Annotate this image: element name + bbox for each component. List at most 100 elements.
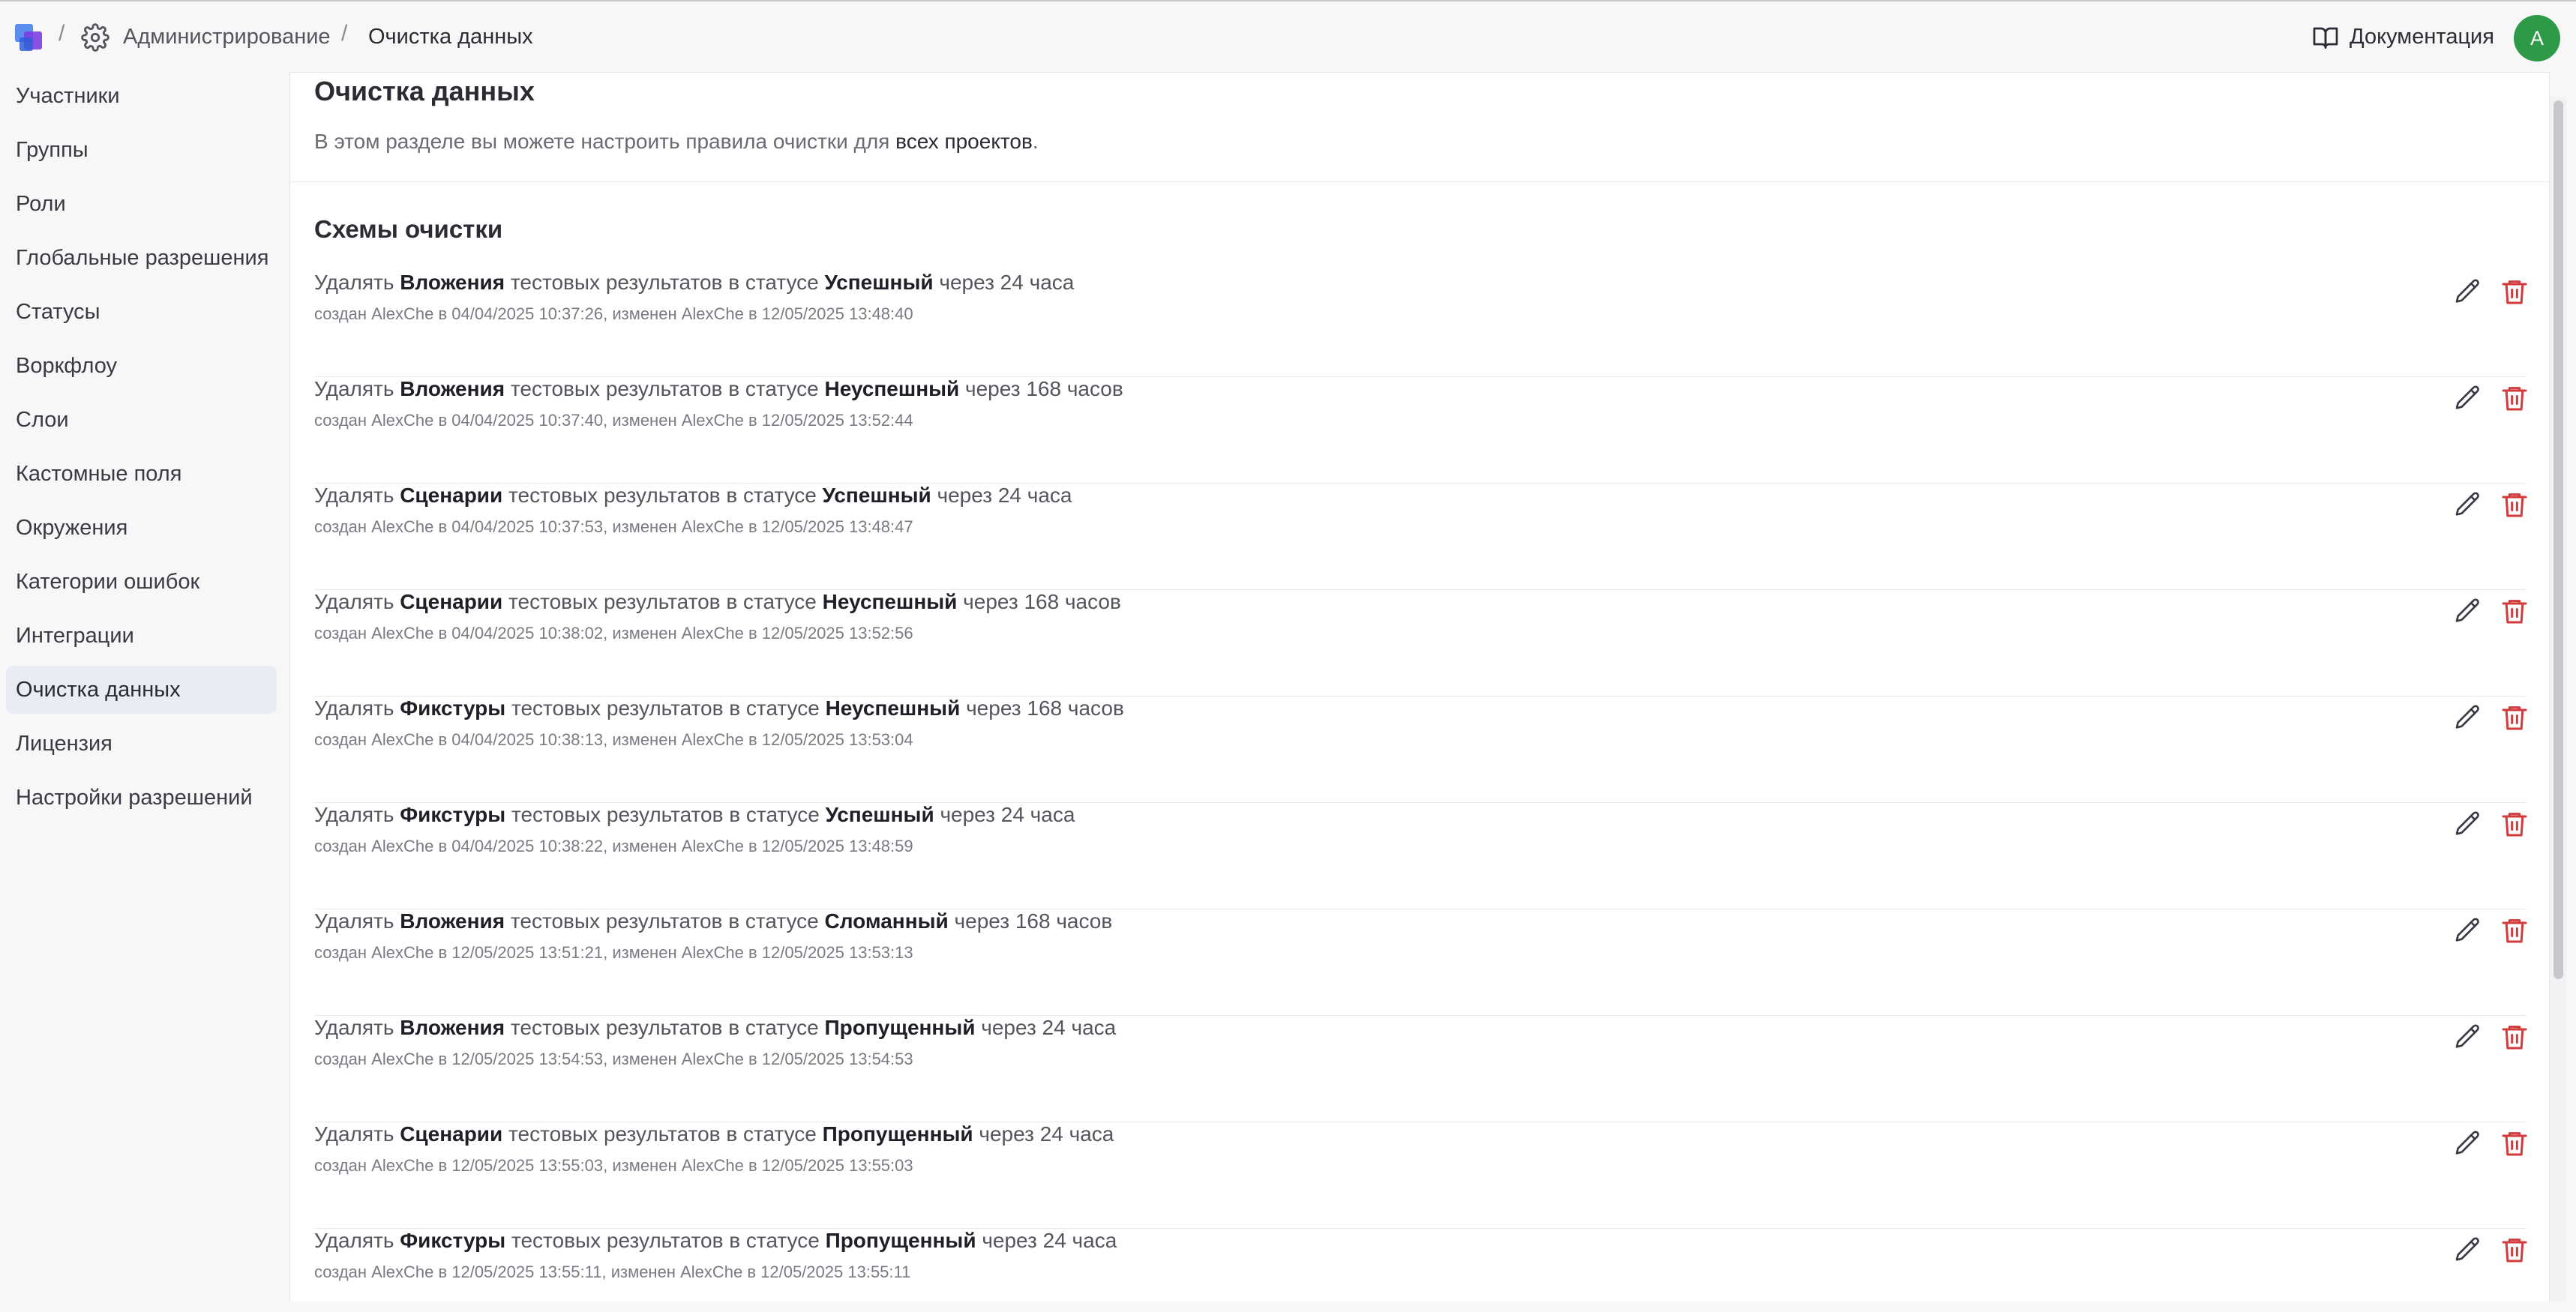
trash-icon bbox=[2500, 1128, 2530, 1158]
trash-icon bbox=[2500, 702, 2530, 732]
trash-icon bbox=[2500, 1235, 2530, 1265]
edit-rule-button[interactable] bbox=[2450, 1019, 2486, 1055]
delete-rule-button[interactable] bbox=[2497, 274, 2533, 310]
pencil-icon bbox=[2453, 490, 2483, 520]
pencil-icon bbox=[2453, 277, 2483, 307]
rule-text: Удалять bbox=[314, 590, 400, 613]
rule-text: Удалять bbox=[314, 803, 400, 826]
rule-text: Удалять bbox=[314, 377, 400, 400]
trash-icon bbox=[2500, 1022, 2530, 1052]
rule-text: тестовых результатов в статусе bbox=[505, 696, 826, 720]
delete-rule-button[interactable] bbox=[2497, 912, 2533, 948]
trash-icon bbox=[2500, 277, 2530, 307]
rule-meta: создан AlexChe в 04/04/2025 10:38:02, из… bbox=[314, 624, 913, 643]
rule-text: Удалять bbox=[314, 484, 400, 507]
delete-rule-button[interactable] bbox=[2497, 487, 2533, 523]
rule-text: тестовых результатов в статусе bbox=[505, 1229, 826, 1252]
edit-rule-button[interactable] bbox=[2450, 806, 2486, 842]
documentation-link[interactable]: Документация bbox=[2350, 25, 2494, 49]
delete-rule-button[interactable] bbox=[2497, 1019, 2533, 1055]
rule-period: через 168 часов bbox=[948, 909, 1113, 933]
trash-icon bbox=[2500, 809, 2530, 839]
pencil-icon bbox=[2453, 1022, 2483, 1052]
delete-rule-button[interactable] bbox=[2497, 593, 2533, 629]
rule-meta: создан AlexChe в 04/04/2025 10:37:26, из… bbox=[314, 304, 913, 323]
edit-rule-button[interactable] bbox=[2450, 593, 2486, 629]
sidebar-item-global-permissions[interactable]: Глобальные разрешения bbox=[6, 234, 277, 282]
rule-entity-type: Вложения bbox=[400, 1016, 505, 1039]
book-icon[interactable] bbox=[2311, 24, 2340, 51]
rule-status: Пропущенный bbox=[825, 1229, 976, 1252]
app-logo-icon[interactable] bbox=[13, 21, 48, 55]
sidebar-item-participants[interactable]: Участники bbox=[6, 72, 277, 120]
cleanup-rule-row: Удалять Вложения тестовых результатов в … bbox=[314, 909, 2527, 1016]
rule-entity-type: Фикстуры bbox=[400, 803, 506, 826]
sidebar-item-custom-fields[interactable]: Кастомные поля bbox=[6, 450, 277, 498]
pencil-icon bbox=[2453, 596, 2483, 626]
cleanup-rule-row: Удалять Сценарии тестовых результатов в … bbox=[314, 484, 2527, 590]
page-description: В этом разделе вы можете настроить прави… bbox=[314, 130, 1039, 154]
page-description-text: В этом разделе вы можете настроить прави… bbox=[314, 130, 896, 153]
sidebar-item-data-cleanup[interactable]: Очистка данных bbox=[6, 666, 277, 714]
page-title: Очистка данных bbox=[314, 76, 535, 106]
cleanup-rule-row: Удалять Вложения тестовых результатов в … bbox=[314, 377, 2527, 484]
cleanup-rule-row: Удалять Фикстуры тестовых результатов в … bbox=[314, 696, 2527, 803]
sidebar-item-layers[interactable]: Слои bbox=[6, 396, 277, 444]
edit-rule-button[interactable] bbox=[2450, 487, 2486, 523]
sidebar-item-workflow[interactable]: Воркфлоу bbox=[6, 342, 277, 390]
edit-rule-button[interactable] bbox=[2450, 1232, 2486, 1268]
sidebar-item-groups[interactable]: Группы bbox=[6, 126, 277, 174]
rule-text: Удалять bbox=[314, 1229, 400, 1252]
delete-rule-button[interactable] bbox=[2497, 1232, 2533, 1268]
gear-icon[interactable] bbox=[81, 23, 109, 52]
scrollbar-thumb[interactable] bbox=[2554, 100, 2563, 979]
rule-status: Неуспешный bbox=[822, 590, 958, 613]
rule-text: тестовых результатов в статусе bbox=[502, 590, 823, 613]
rule-meta: создан AlexChe в 12/05/2025 13:54:53, из… bbox=[314, 1050, 913, 1068]
rule-description: Удалять Вложения тестовых результатов в … bbox=[314, 909, 1112, 933]
rule-status: Пропущенный bbox=[824, 1016, 976, 1039]
rule-period: через 168 часов bbox=[960, 696, 1124, 720]
pencil-icon bbox=[2453, 1235, 2483, 1265]
cleanup-rule-row: Удалять Вложения тестовых результатов в … bbox=[314, 271, 2527, 377]
delete-rule-button[interactable] bbox=[2497, 699, 2533, 735]
delete-rule-button[interactable] bbox=[2497, 1125, 2533, 1161]
rule-description: Удалять Фикстуры тестовых результатов в … bbox=[314, 696, 1124, 720]
trash-icon bbox=[2500, 596, 2530, 626]
cleanup-rule-row: Удалять Вложения тестовых результатов в … bbox=[314, 1016, 2527, 1122]
avatar[interactable]: A bbox=[2514, 15, 2560, 61]
rule-period: через 24 часа bbox=[976, 1229, 1117, 1252]
edit-rule-button[interactable] bbox=[2450, 1125, 2486, 1161]
rule-entity-type: Фикстуры bbox=[400, 1229, 506, 1252]
pencil-icon bbox=[2453, 1128, 2483, 1158]
cleanup-rule-row: Удалять Фикстуры тестовых результатов в … bbox=[314, 803, 2527, 909]
sidebar-item-integrations[interactable]: Интеграции bbox=[6, 612, 277, 660]
delete-rule-button[interactable] bbox=[2497, 806, 2533, 842]
rule-meta: создан AlexChe в 12/05/2025 13:51:21, из… bbox=[314, 943, 913, 962]
sidebar-item-environments[interactable]: Окружения bbox=[6, 504, 277, 552]
edit-rule-button[interactable] bbox=[2450, 380, 2486, 416]
rule-text: Удалять bbox=[314, 1122, 400, 1146]
edit-rule-button[interactable] bbox=[2450, 912, 2486, 948]
divider bbox=[290, 181, 2549, 182]
sidebar-item-error-categories[interactable]: Категории ошибок bbox=[6, 558, 277, 606]
rule-description: Удалять Сценарии тестовых результатов в … bbox=[314, 484, 1072, 508]
edit-rule-button[interactable] bbox=[2450, 274, 2486, 310]
rule-meta: создан AlexChe в 04/04/2025 10:38:22, из… bbox=[314, 837, 913, 855]
top-bar: / Администрирование / Очистка данных Док… bbox=[0, 0, 2576, 72]
delete-rule-button[interactable] bbox=[2497, 380, 2533, 416]
rule-status: Сломанный bbox=[824, 909, 949, 933]
breadcrumb-admin-link[interactable]: Администрирование bbox=[123, 25, 331, 49]
rule-period: через 24 часа bbox=[931, 484, 1072, 507]
sidebar-item-roles[interactable]: Роли bbox=[6, 180, 277, 228]
rule-period: через 24 часа bbox=[933, 271, 1075, 294]
rule-text: тестовых результатов в статусе bbox=[505, 377, 825, 400]
sidebar-item-permission-settings[interactable]: Настройки разрешений bbox=[6, 774, 277, 822]
sidebar-item-license[interactable]: Лицензия bbox=[6, 720, 277, 768]
rule-period: через 168 часов bbox=[957, 590, 1121, 613]
edit-rule-button[interactable] bbox=[2450, 699, 2486, 735]
trash-icon bbox=[2500, 490, 2530, 520]
rule-description: Удалять Вложения тестовых результатов в … bbox=[314, 1016, 1116, 1040]
rule-text: Удалять bbox=[314, 271, 400, 294]
sidebar-item-statuses[interactable]: Статусы bbox=[6, 288, 277, 336]
